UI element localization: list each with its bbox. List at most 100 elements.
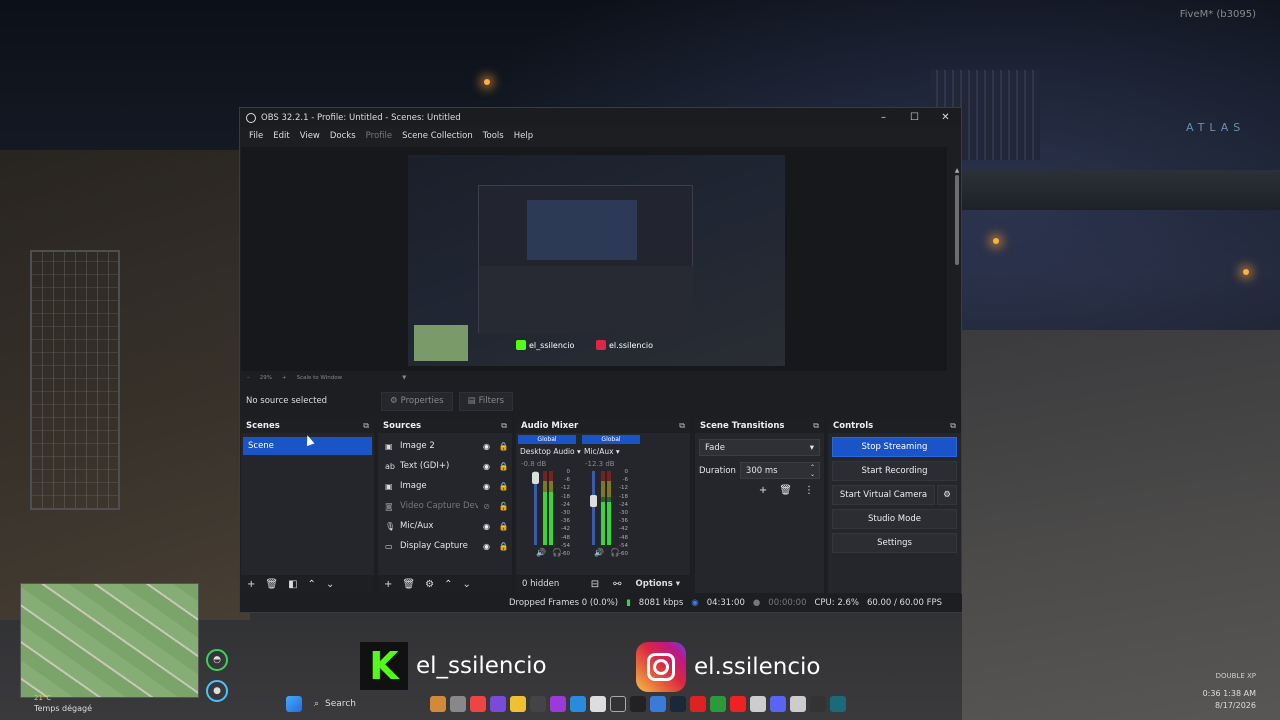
- app-icon[interactable]: [550, 696, 566, 712]
- arrow-up-icon[interactable]: ⌃: [444, 579, 452, 590]
- layout-icon[interactable]: ⊟: [591, 579, 599, 590]
- start-recording-button[interactable]: Start Recording: [832, 461, 957, 481]
- gear-icon[interactable]: ⚙: [425, 579, 434, 590]
- lock-icon[interactable]: 🔒: [495, 542, 512, 551]
- discord-icon[interactable]: [770, 696, 786, 712]
- headphone-icon[interactable]: 🎧: [552, 548, 562, 557]
- zoom-in-button[interactable]: +: [282, 375, 287, 381]
- start-virtual-camera-button[interactable]: Start Virtual Camera: [832, 485, 935, 505]
- filters-button[interactable]: ▤ Filters: [458, 391, 514, 411]
- lock-icon[interactable]: 🔒: [495, 522, 512, 531]
- add-icon[interactable]: +: [759, 485, 767, 496]
- scroll-up-icon[interactable]: ▲: [953, 167, 961, 174]
- undock-icon[interactable]: ⧉: [679, 421, 685, 431]
- obs-taskbar-icon[interactable]: [610, 696, 626, 712]
- file-explorer-icon[interactable]: [510, 696, 526, 712]
- transition-select[interactable]: Fade ▾: [699, 439, 820, 456]
- app-icon[interactable]: [750, 696, 766, 712]
- eye-icon[interactable]: ◉: [478, 542, 495, 551]
- mail-icon[interactable]: [650, 696, 666, 712]
- menu-view[interactable]: View: [295, 131, 325, 141]
- eye-icon[interactable]: ◉: [478, 522, 495, 531]
- app-icon[interactable]: [490, 696, 506, 712]
- speaker-icon[interactable]: 🔊: [594, 548, 604, 557]
- channel-name[interactable]: Desktop Audio ▾: [518, 444, 581, 456]
- lock-icon[interactable]: 🔒: [495, 442, 512, 451]
- app-icon[interactable]: [830, 696, 846, 712]
- menu-help[interactable]: Help: [509, 131, 538, 141]
- source-item[interactable]: 🎙 Mic/Aux ◉ 🔒: [378, 516, 512, 536]
- volume-fader-track[interactable]: [592, 471, 595, 545]
- steam-icon[interactable]: [670, 696, 686, 712]
- volume-fader-knob[interactable]: [590, 495, 597, 507]
- app-icon[interactable]: [790, 696, 806, 712]
- options-button[interactable]: Options ▾: [636, 579, 680, 589]
- source-item[interactable]: ▣ Image ◉ 🔒: [378, 476, 512, 496]
- more-icon[interactable]: ⋮: [804, 485, 814, 496]
- epic-icon[interactable]: [630, 696, 646, 712]
- studio-mode-button[interactable]: Studio Mode: [832, 509, 957, 529]
- duration-input[interactable]: 300 ms ⌃ ⌄: [739, 462, 820, 479]
- volume-fader-knob[interactable]: [532, 472, 539, 484]
- edge-icon[interactable]: [570, 696, 586, 712]
- arrow-up-icon[interactable]: ⌃: [308, 579, 316, 590]
- hidden-count[interactable]: 0 hidden: [522, 579, 559, 589]
- link-icon[interactable]: ⚯: [613, 579, 621, 590]
- settings-button[interactable]: Settings: [832, 533, 957, 553]
- add-icon[interactable]: +: [384, 579, 392, 590]
- zoom-out-button[interactable]: –: [247, 375, 250, 381]
- undock-icon[interactable]: ⧉: [813, 421, 819, 431]
- eye-icon[interactable]: ◉: [478, 482, 495, 491]
- app-icon[interactable]: [430, 696, 446, 712]
- stop-streaming-button[interactable]: Stop Streaming: [832, 437, 957, 457]
- app-icon[interactable]: [530, 696, 546, 712]
- gear-icon[interactable]: ⚙: [937, 485, 957, 505]
- eye-hidden-icon[interactable]: ⊘: [478, 502, 495, 511]
- lock-icon[interactable]: 🔒: [495, 462, 512, 471]
- menu-scene-collection[interactable]: Scene Collection: [397, 131, 478, 141]
- task-view-icon[interactable]: [450, 696, 466, 712]
- eye-icon[interactable]: ◉: [478, 462, 495, 471]
- source-item[interactable]: ▣ Image 2 ◉ 🔒: [378, 436, 512, 456]
- preview-canvas[interactable]: el_ssilencio el.ssilencio: [241, 147, 947, 371]
- taskbar-search[interactable]: ⌕ Search: [306, 695, 426, 713]
- channel-name[interactable]: Mic/Aux ▾: [582, 444, 640, 456]
- eye-icon[interactable]: ◉: [478, 442, 495, 451]
- maximize-button[interactable]: ☐: [899, 112, 930, 123]
- minimize-button[interactable]: –: [868, 112, 899, 123]
- source-item[interactable]: ▭ Display Capture ◉ 🔒: [378, 536, 512, 556]
- youtube-icon[interactable]: [730, 696, 746, 712]
- source-item[interactable]: ab Text (GDI+) ◉ 🔒: [378, 456, 512, 476]
- filter-icon[interactable]: ◧: [288, 579, 297, 590]
- trash-icon[interactable]: 🗑: [779, 485, 792, 496]
- undock-icon[interactable]: ⧉: [501, 421, 507, 431]
- menu-tools[interactable]: Tools: [478, 131, 509, 141]
- arrow-down-icon[interactable]: ⌄: [326, 579, 334, 590]
- system-tray-clock[interactable]: 0:36 1:38 AM 8/17/2026: [1203, 688, 1256, 712]
- headphone-icon[interactable]: 🎧: [610, 548, 620, 557]
- add-icon[interactable]: +: [247, 579, 255, 590]
- windows-start-icon[interactable]: [286, 696, 302, 712]
- undock-icon[interactable]: ⧉: [363, 421, 369, 431]
- scale-mode[interactable]: Scale to Window: [297, 375, 343, 381]
- undock-icon[interactable]: ⧉: [950, 421, 956, 431]
- scroll-thumb[interactable]: [955, 175, 959, 265]
- xbox-icon[interactable]: [710, 696, 726, 712]
- close-button[interactable]: ✕: [930, 112, 961, 123]
- trash-icon[interactable]: 🗑: [265, 579, 278, 590]
- store-icon[interactable]: [590, 696, 606, 712]
- lock-icon[interactable]: 🔒: [495, 482, 512, 491]
- app-icon[interactable]: [690, 696, 706, 712]
- menu-docks[interactable]: Docks: [325, 131, 361, 141]
- menu-file[interactable]: File: [244, 131, 268, 141]
- unlock-icon[interactable]: 🔓: [495, 502, 512, 511]
- chrome-icon[interactable]: [470, 696, 486, 712]
- source-item[interactable]: ◙Video Capture Device⊘🔓: [378, 496, 512, 516]
- chevron-down-icon[interactable]: ▼: [402, 375, 406, 381]
- trash-icon[interactable]: 🗑: [402, 579, 415, 590]
- menu-edit[interactable]: Edit: [268, 131, 294, 141]
- menu-profile[interactable]: Profile: [361, 131, 397, 141]
- speaker-icon[interactable]: 🔊: [536, 548, 546, 557]
- properties-button[interactable]: ⚙ Properties: [381, 391, 453, 411]
- app-icon[interactable]: [810, 696, 826, 712]
